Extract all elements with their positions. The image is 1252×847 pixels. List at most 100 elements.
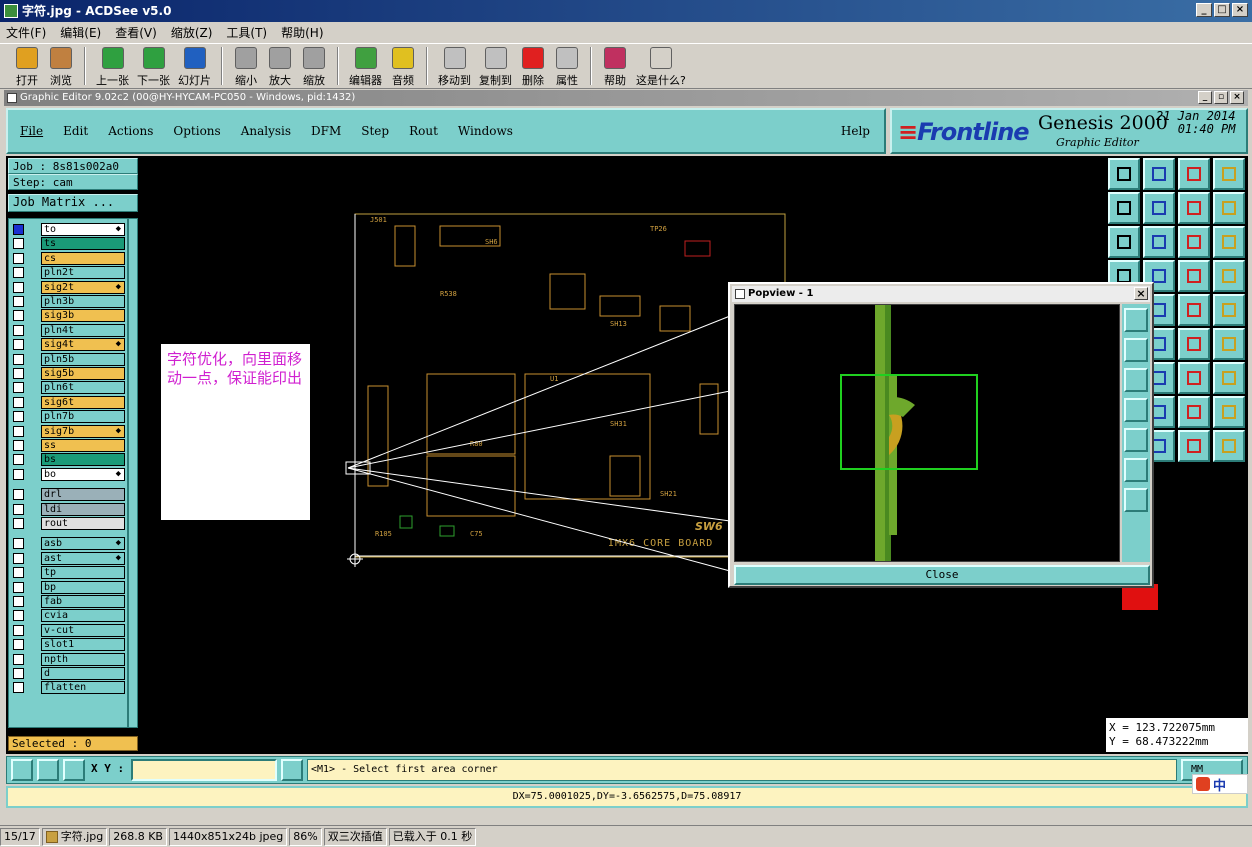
toolbar-button-14[interactable]: 帮助 bbox=[598, 44, 632, 88]
net-icon[interactable] bbox=[1213, 396, 1245, 428]
layer-name[interactable]: pln4t bbox=[41, 323, 125, 337]
layer-row[interactable]: sig6t bbox=[11, 395, 127, 409]
popview-tool-icon[interactable] bbox=[1124, 488, 1148, 512]
layer-row[interactable]: to ◆ bbox=[11, 223, 127, 236]
layer-row[interactable]: bp bbox=[11, 580, 127, 594]
layer-name[interactable]: pln5b bbox=[41, 352, 125, 366]
layer-checkbox[interactable] bbox=[13, 238, 24, 250]
toolbar-button-6[interactable]: 放大 bbox=[263, 44, 297, 88]
layer-checkbox[interactable] bbox=[13, 252, 24, 264]
layer-checkbox[interactable] bbox=[13, 368, 24, 379]
layer-name[interactable]: sig2t ◆ bbox=[41, 280, 125, 294]
popview-close-button[interactable]: Close bbox=[734, 565, 1150, 585]
menu-rout[interactable]: Rout bbox=[409, 124, 438, 138]
menu-windows[interactable]: Windows bbox=[458, 124, 513, 138]
layer-name[interactable]: npth bbox=[41, 652, 125, 666]
angle-icon[interactable] bbox=[37, 759, 59, 781]
ime-indicator[interactable]: 中 bbox=[1192, 774, 1248, 794]
layer-row[interactable]: asb ◆ bbox=[11, 537, 127, 551]
layer-name[interactable]: pln2t bbox=[41, 266, 125, 280]
layer-checkbox[interactable] bbox=[13, 518, 24, 529]
menu-tools[interactable]: 工具(T) bbox=[226, 24, 267, 41]
question-icon[interactable] bbox=[1213, 226, 1245, 258]
toolbar-button-1[interactable]: 浏览 bbox=[44, 44, 78, 88]
layer-checkbox[interactable] bbox=[13, 296, 24, 307]
xy-input[interactable] bbox=[131, 759, 277, 781]
menu-file[interactable]: File bbox=[20, 124, 43, 138]
popview-tool-icon[interactable] bbox=[1124, 398, 1148, 422]
layer-row[interactable]: flatten bbox=[11, 681, 127, 695]
layer-name[interactable]: bs bbox=[41, 453, 125, 467]
layer-checkbox[interactable] bbox=[13, 425, 24, 437]
menu-file[interactable]: 文件(F) bbox=[6, 24, 46, 41]
layer-checkbox[interactable] bbox=[13, 552, 24, 564]
layer-row[interactable]: sig4t ◆ bbox=[11, 338, 127, 352]
layer-row[interactable]: sig7b ◆ bbox=[11, 424, 127, 438]
a2-icon[interactable] bbox=[1178, 396, 1210, 428]
pad-icon[interactable] bbox=[1213, 362, 1245, 394]
layer-checkbox[interactable] bbox=[13, 324, 24, 336]
layer-row[interactable]: cs bbox=[11, 251, 127, 265]
close-button[interactable]: × bbox=[1232, 3, 1248, 17]
menu-help[interactable]: Help bbox=[841, 124, 870, 138]
export-icon[interactable] bbox=[1143, 192, 1175, 224]
layer-name[interactable]: pln6t bbox=[41, 381, 125, 395]
menu-analysis[interactable]: Analysis bbox=[241, 124, 291, 138]
layer-name[interactable]: drl bbox=[41, 488, 125, 502]
layer-name[interactable]: bo ◆ bbox=[41, 467, 125, 481]
genesis-close-button[interactable]: × bbox=[1230, 91, 1244, 104]
popview-tool-icon[interactable] bbox=[1124, 428, 1148, 452]
layer-name[interactable]: tp bbox=[41, 566, 125, 580]
toolbar-button-2[interactable]: 上一张 bbox=[92, 44, 133, 88]
popview-tool-icon[interactable] bbox=[1124, 368, 1148, 392]
layer-checkbox[interactable] bbox=[13, 668, 24, 679]
toolbar-button-12[interactable]: 删除 bbox=[516, 44, 550, 88]
layer-name[interactable]: sig3b bbox=[41, 309, 125, 323]
layer-row[interactable]: cvia bbox=[11, 609, 127, 623]
layer-row[interactable]: bo ◆ bbox=[11, 467, 127, 481]
layer-row[interactable]: bs bbox=[11, 453, 127, 467]
layer-checkbox[interactable] bbox=[13, 310, 24, 322]
scale-icon[interactable] bbox=[1178, 226, 1210, 258]
grid-icon[interactable] bbox=[63, 759, 85, 781]
layer-checkbox[interactable] bbox=[13, 281, 24, 293]
popview-tool-icon[interactable] bbox=[1124, 338, 1148, 362]
layer-name[interactable]: sig5b bbox=[41, 367, 125, 380]
menu-actions[interactable]: Actions bbox=[108, 124, 153, 138]
layer-name[interactable]: cs bbox=[41, 251, 125, 265]
layer-row[interactable]: rout bbox=[11, 517, 127, 530]
layer-name[interactable]: sig4t ◆ bbox=[41, 338, 125, 352]
layer-row[interactable]: slot1 bbox=[11, 638, 127, 652]
window-icon[interactable] bbox=[1213, 158, 1245, 190]
layer-checkbox[interactable] bbox=[13, 339, 24, 351]
layer-checkbox[interactable] bbox=[13, 411, 24, 423]
toolbar-button-11[interactable]: 复制到 bbox=[475, 44, 516, 88]
toolbar-button-4[interactable]: 幻灯片 bbox=[174, 44, 215, 88]
layer-name[interactable]: ss bbox=[41, 439, 125, 452]
layer-row[interactable]: tp bbox=[11, 566, 127, 580]
toolbar-button-0[interactable]: 打开 bbox=[10, 44, 44, 88]
toolbar-button-7[interactable]: 缩放 bbox=[297, 44, 331, 88]
import-icon[interactable] bbox=[1108, 192, 1140, 224]
layer-checkbox[interactable] bbox=[13, 353, 24, 365]
layer-name[interactable]: slot1 bbox=[41, 638, 125, 652]
layer2-icon[interactable] bbox=[1213, 260, 1245, 292]
layer-checkbox[interactable] bbox=[13, 639, 24, 651]
s-icon[interactable] bbox=[1213, 192, 1245, 224]
layer-name[interactable]: pln3b bbox=[41, 295, 125, 308]
circle-icon[interactable] bbox=[1178, 294, 1210, 326]
menu-dfm[interactable]: DFM bbox=[311, 124, 341, 138]
layer-row[interactable]: sig2t ◆ bbox=[11, 280, 127, 294]
genesis-minimize-button[interactable]: _ bbox=[1198, 91, 1212, 104]
line-snap-icon[interactable] bbox=[1213, 294, 1245, 326]
layer-row[interactable]: d bbox=[11, 667, 127, 680]
route-icon[interactable] bbox=[1213, 328, 1245, 360]
layer-row[interactable]: pln2t bbox=[11, 266, 127, 280]
fit-icon[interactable] bbox=[1108, 226, 1140, 258]
layer-checkbox[interactable] bbox=[13, 503, 24, 515]
snap-icon[interactable] bbox=[11, 759, 33, 781]
layer-checkbox[interactable] bbox=[13, 224, 24, 235]
layer-name[interactable]: v-cut bbox=[41, 623, 125, 637]
toolbar-button-15[interactable]: 这是什么? bbox=[632, 44, 690, 88]
layer-row[interactable]: ts bbox=[11, 237, 127, 251]
